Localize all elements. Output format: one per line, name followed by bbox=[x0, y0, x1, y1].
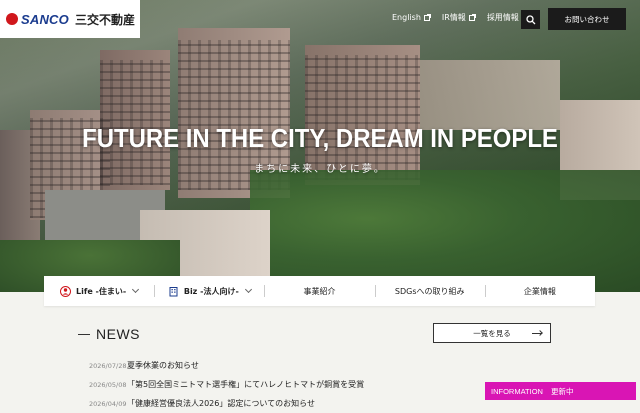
logo-mark-icon bbox=[6, 13, 18, 25]
information-status: 更新中 bbox=[550, 386, 574, 396]
news-title: NEWS bbox=[96, 326, 140, 342]
person-icon bbox=[60, 285, 72, 297]
news-dash bbox=[78, 333, 90, 335]
information-badge[interactable]: INFORMATION 更新中 bbox=[485, 382, 636, 400]
tree-canopy bbox=[250, 170, 640, 292]
nav-item-biz[interactable]: Biz -法人向け- bbox=[154, 276, 264, 306]
contact-button[interactable]: お問い合わせ bbox=[548, 8, 626, 30]
information-label: INFORMATION bbox=[491, 386, 543, 396]
external-link-icon bbox=[423, 13, 431, 21]
utility-nav: English IR情報 採用情報 bbox=[392, 12, 529, 23]
logo-text-jp: 三交不動産 bbox=[74, 12, 135, 27]
nav-item-company[interactable]: 企業情報 bbox=[484, 276, 595, 306]
news-text: 「第5回全国ミニトマト選手権」にてハレノヒトマトが銅賞を受賞 bbox=[127, 380, 365, 389]
ir-link[interactable]: IR情報 bbox=[441, 12, 476, 23]
building-icon bbox=[169, 286, 178, 296]
news-item[interactable]: 2026/04/09 「健康経営優良法人2026」認定についてのお知らせ bbox=[89, 394, 489, 413]
nav-item-business-label: 事業紹介 bbox=[303, 286, 336, 296]
news-more-label: 一覧を見る bbox=[473, 328, 511, 338]
news-date: 2026/05/08 bbox=[89, 380, 127, 389]
hero-image: FUTURE IN THE CITY, DREAM IN PEOPLE まちに未… bbox=[0, 0, 640, 292]
nav-item-sdgs[interactable]: SDGsへの取り組み bbox=[374, 276, 485, 306]
news-date: 2026/07/28 bbox=[89, 361, 127, 370]
hero-subtitle: まちに未来、ひとに夢。 bbox=[254, 164, 386, 175]
nav-item-life[interactable]: Life -住まい- bbox=[44, 276, 154, 306]
nav-item-life-label: Life -住まい- bbox=[76, 286, 127, 296]
news-item[interactable]: 2026/07/28 夏季休業のお知らせ bbox=[89, 356, 489, 375]
chevron-down-icon bbox=[244, 285, 252, 294]
search-icon bbox=[525, 14, 535, 24]
search-button[interactable] bbox=[521, 10, 540, 29]
external-link-icon bbox=[468, 13, 476, 21]
arrow-right-icon bbox=[532, 333, 542, 334]
site-logo[interactable]: SANCO 三交不動産 bbox=[0, 0, 140, 38]
news-list: 2026/07/28 夏季休業のお知らせ 2026/05/08 「第5回全国ミニ… bbox=[89, 356, 489, 413]
nav-item-company-label: 企業情報 bbox=[523, 286, 556, 296]
english-link-label: English bbox=[392, 13, 421, 22]
news-more-button[interactable]: 一覧を見る bbox=[433, 323, 551, 343]
news-text: 夏季休業のお知らせ bbox=[127, 361, 199, 370]
chevron-down-icon bbox=[132, 285, 140, 294]
background-buildings bbox=[420, 60, 560, 130]
news-item[interactable]: 2026/05/08 「第5回全国ミニトマト選手権」にてハレノヒトマトが銅賞を受… bbox=[89, 375, 489, 394]
logo-text-en: SANCO bbox=[21, 11, 69, 27]
recruit-link-label: 採用情報 bbox=[486, 13, 519, 22]
nav-item-sdgs-label: SDGsへの取り組み bbox=[394, 286, 465, 296]
news-date: 2026/04/09 bbox=[89, 399, 127, 408]
main-nav: Life -住まい- Biz -法人向け- 事業紹介 SDGsへの取り組み 企業… bbox=[44, 276, 595, 306]
news-header: NEWS bbox=[78, 326, 140, 342]
nav-item-biz-label: Biz -法人向け- bbox=[183, 286, 239, 296]
hero-title: FUTURE IN THE CITY, DREAM IN PEOPLE bbox=[82, 123, 558, 153]
english-link[interactable]: English bbox=[392, 13, 431, 22]
nav-item-business[interactable]: 事業紹介 bbox=[264, 276, 374, 306]
ir-link-label: IR情報 bbox=[441, 13, 466, 22]
